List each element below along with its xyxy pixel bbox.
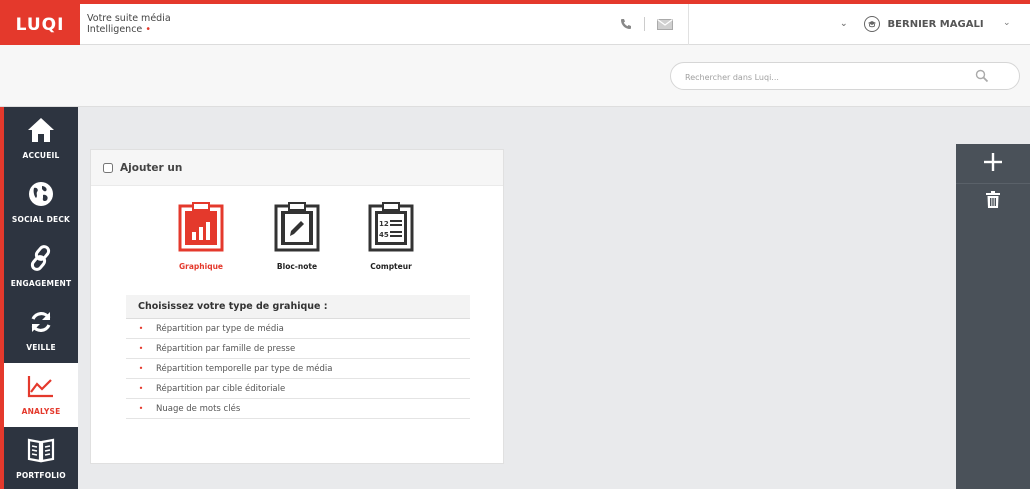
widget-type-compteur[interactable]: 12 45 Compteur: [361, 202, 421, 271]
tagline: Votre suite média Intelligence •: [87, 13, 171, 35]
widget-type-label[interactable]: Bloc-note: [277, 262, 317, 271]
header: LUQI Votre suite média Intelligence • ⌄ …: [0, 4, 1030, 45]
panel-header: Ajouter un: [91, 150, 503, 186]
list-bullet: •: [138, 364, 144, 373]
chart-type-list-title: Choisissez votre type de grahique :: [126, 295, 470, 319]
chevron-down-icon[interactable]: ⌄: [1003, 18, 1011, 28]
chart-type-list: Choisissez votre type de grahique : • Rép…: [126, 295, 470, 419]
right-toolbar: [956, 144, 1030, 489]
home-icon: [27, 117, 55, 147]
user-menu[interactable]: ⌄ BERNIER MAGALI: [840, 14, 984, 34]
user-avatar-icon[interactable]: [863, 16, 880, 32]
list-item[interactable]: • Répartition par famille de presse: [126, 339, 470, 359]
sidebar: ACCUEIL SOCIAL DECK ENGAGEMENT VEILLE AN…: [0, 107, 78, 489]
book-icon: [27, 437, 55, 467]
chevron-down-icon[interactable]: ⌄: [840, 19, 848, 29]
list-item[interactable]: • Répartition par type de média: [126, 319, 470, 339]
search-icon[interactable]: [975, 68, 989, 87]
header-contact-icons: [620, 14, 673, 34]
list-item-label[interactable]: Répartition temporelle par type de média: [156, 364, 332, 374]
refresh-icon: [28, 309, 54, 339]
list-item-label[interactable]: Répartition par cible éditoriale: [156, 384, 285, 394]
globe-icon: [28, 181, 54, 211]
list-item[interactable]: • Répartition temporelle par type de médi…: [126, 359, 470, 379]
panel-title: Ajouter un: [120, 161, 183, 174]
add-widget-button[interactable]: [956, 146, 1030, 182]
delete-widget-button[interactable]: [956, 183, 1030, 219]
list-item-label[interactable]: Nuage de mots clés: [156, 404, 240, 414]
list-item-label[interactable]: Répartition par type de média: [156, 324, 284, 334]
panel-checkbox[interactable]: [103, 162, 113, 173]
sidebar-item-veille[interactable]: VEILLE: [4, 299, 78, 363]
tagline-dot: •: [145, 24, 151, 35]
list-bullet: •: [138, 324, 144, 333]
trash-icon[interactable]: [986, 191, 1000, 212]
widget-type-bloc-note[interactable]: Bloc-note: [267, 202, 327, 271]
clipboard-counter-icon[interactable]: 12 45: [368, 202, 414, 256]
search-input[interactable]: [685, 69, 965, 85]
sidebar-item-label: VEILLE: [26, 343, 56, 352]
svg-text:12: 12: [379, 220, 389, 228]
sidebar-item-label: ANALYSE: [21, 407, 61, 416]
sidebar-item-engagement[interactable]: ENGAGEMENT: [4, 235, 78, 299]
list-item[interactable]: • Nuage de mots clés: [126, 399, 470, 419]
list-item-label[interactable]: Répartition par famille de presse: [156, 344, 295, 354]
widget-type-selector: Graphique Bloc-note 12 45 Compteur: [91, 202, 503, 272]
list-bullet: •: [138, 384, 144, 393]
sidebar-item-analyse[interactable]: ANALYSE: [4, 363, 78, 427]
clipboard-pencil-icon[interactable]: [274, 202, 320, 256]
header-divider: [688, 4, 689, 45]
header-separator: [644, 17, 645, 31]
sidebar-item-label: SOCIAL DECK: [11, 215, 71, 224]
svg-text:45: 45: [379, 231, 389, 239]
list-item[interactable]: • Répartition par cible éditoriale: [126, 379, 470, 399]
widget-type-label[interactable]: Compteur: [370, 262, 412, 271]
sidebar-item-label: ACCUEIL: [22, 151, 60, 160]
sidebar-item-social-deck[interactable]: SOCIAL DECK: [4, 171, 78, 235]
add-widget-panel: Ajouter un Graphique Bloc-note 12 45 Com…: [90, 149, 504, 464]
clipboard-chart-icon[interactable]: [178, 202, 224, 256]
list-bullet: •: [138, 404, 144, 413]
sidebar-item-portfolio[interactable]: PORTFOLIO: [4, 427, 78, 489]
sidebar-item-label: ENGAGEMENT: [10, 279, 72, 288]
plus-icon[interactable]: [984, 153, 1002, 175]
mail-icon[interactable]: [657, 15, 673, 34]
logo[interactable]: LUQI: [0, 4, 80, 45]
link-icon: [28, 245, 54, 275]
widget-type-label[interactable]: Graphique: [179, 262, 223, 271]
search-box: [670, 62, 1020, 90]
list-bullet: •: [138, 344, 144, 353]
tagline-line2: Intelligence: [87, 24, 143, 35]
line-chart-icon: [27, 373, 55, 403]
widget-type-graphique[interactable]: Graphique: [171, 202, 231, 271]
sidebar-item-label: PORTFOLIO: [16, 471, 66, 480]
phone-icon[interactable]: [620, 15, 632, 34]
sidebar-item-accueil[interactable]: ACCUEIL: [4, 107, 78, 171]
tagline-line1: Votre suite média: [87, 13, 171, 24]
user-name[interactable]: BERNIER MAGALI: [888, 19, 984, 30]
search-bar-row: [0, 45, 1030, 107]
